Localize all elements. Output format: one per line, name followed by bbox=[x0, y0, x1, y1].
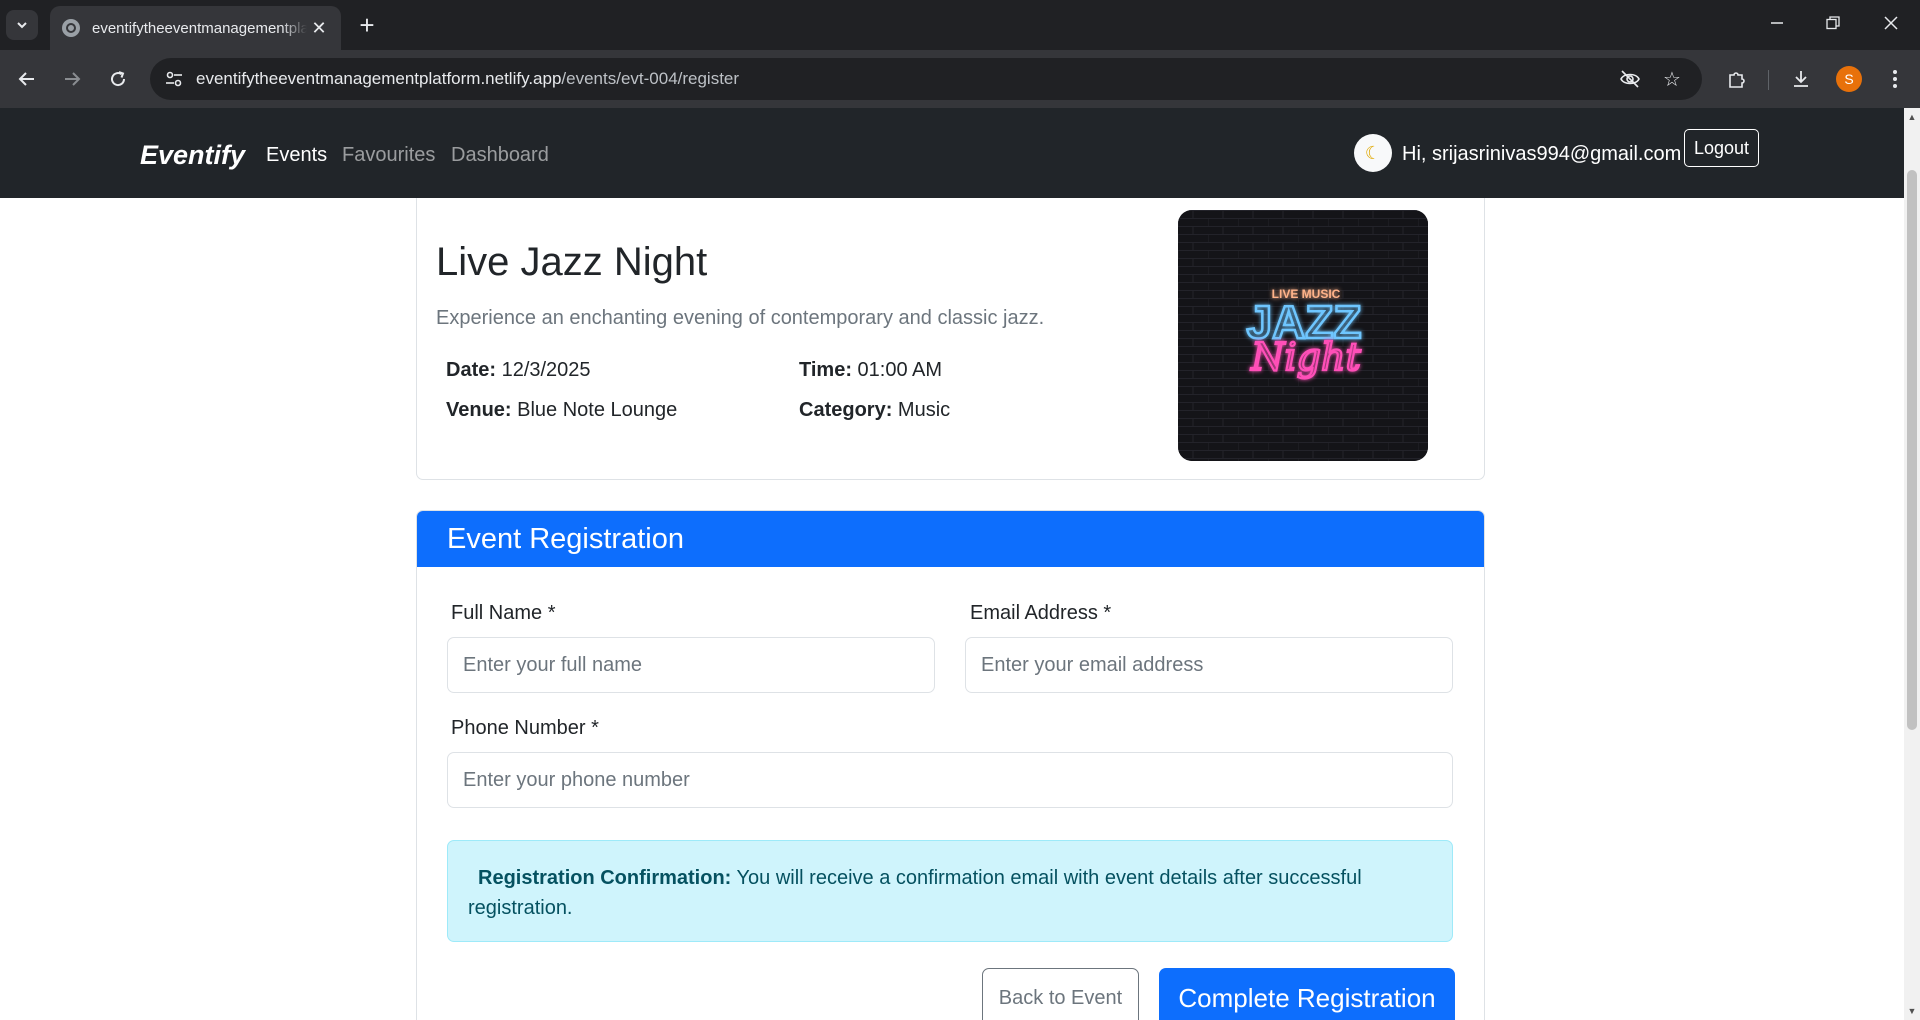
nav-link-favourites[interactable]: Favourites bbox=[342, 144, 435, 167]
registration-title: Event Registration bbox=[447, 523, 684, 555]
full-name-input[interactable] bbox=[447, 637, 935, 693]
registration-info-alert: Registration Confirmation: You will rece… bbox=[447, 840, 1453, 942]
browser-tab-strip: eventifytheeventmanagementplatform.netli… bbox=[0, 0, 1920, 50]
event-image: LIVE MUSIC JAZZ Night bbox=[1178, 210, 1428, 461]
registration-header: Event Registration bbox=[417, 511, 1484, 567]
globe-icon bbox=[62, 19, 80, 37]
chevron-down-icon bbox=[17, 22, 27, 29]
event-venue: Venue: Blue Note Lounge bbox=[446, 399, 678, 421]
page-viewport: Live Jazz Night Experience an enchanting… bbox=[0, 108, 1920, 1020]
logout-button[interactable]: Logout bbox=[1684, 129, 1760, 167]
window-close-icon[interactable] bbox=[1876, 8, 1906, 38]
registration-card: Event Registration Full Name * Email Add… bbox=[416, 510, 1485, 1020]
download-icon[interactable] bbox=[1786, 64, 1816, 94]
scroll-down-icon[interactable]: ▼ bbox=[1907, 1006, 1917, 1016]
event-date: Date: 12/3/2025 bbox=[446, 359, 591, 381]
profile-avatar[interactable]: S bbox=[1836, 66, 1862, 92]
minimize-icon[interactable] bbox=[1762, 8, 1792, 38]
page-scrollbar[interactable]: ▲ ▼ bbox=[1904, 108, 1920, 1020]
phone-input[interactable] bbox=[447, 752, 1453, 808]
email-input[interactable] bbox=[965, 637, 1453, 693]
nav-link-events[interactable]: Events bbox=[266, 144, 327, 167]
arrow-right-icon[interactable] bbox=[57, 64, 87, 94]
phone-label: Phone Number * bbox=[451, 717, 599, 739]
plus-icon[interactable]: + bbox=[354, 10, 380, 40]
moon-icon[interactable]: ☾ bbox=[1354, 134, 1392, 172]
event-title: Live Jazz Night bbox=[436, 240, 708, 284]
event-time: Time: 01:00 AM bbox=[799, 359, 943, 381]
restore-icon[interactable] bbox=[1818, 8, 1848, 38]
alert-title: Registration Confirmation: bbox=[478, 867, 732, 889]
toolbar-divider bbox=[1768, 70, 1769, 90]
event-category: Category: Music bbox=[799, 399, 951, 421]
site-navbar: Eventify Events Favourites Dashboard ☾ H… bbox=[0, 108, 1904, 198]
browser-toolbar: eventifytheeventmanagementplatform.netli… bbox=[0, 50, 1920, 108]
arrow-left-icon[interactable] bbox=[12, 64, 42, 94]
url-text: eventifytheeventmanagementplatform.netli… bbox=[196, 69, 740, 88]
full-name-label: Full Name * bbox=[451, 602, 556, 624]
browser-tab[interactable]: eventifytheeventmanagementplatform.netli… bbox=[50, 6, 341, 50]
tune-icon[interactable] bbox=[162, 67, 186, 91]
puzzle-icon[interactable] bbox=[1722, 64, 1752, 94]
kebab-menu-icon[interactable] bbox=[1880, 64, 1910, 94]
star-icon[interactable]: ☆ bbox=[1660, 67, 1684, 91]
scrollbar-thumb[interactable] bbox=[1907, 170, 1917, 730]
scroll-up-icon[interactable]: ▲ bbox=[1907, 112, 1917, 122]
brand-logo[interactable]: Eventify bbox=[140, 140, 245, 171]
close-icon[interactable]: ✕ bbox=[309, 18, 329, 39]
user-greeting: Hi, srijasrinivas994@gmail.com bbox=[1402, 143, 1682, 165]
address-bar[interactable]: eventifytheeventmanagementplatform.netli… bbox=[150, 58, 1702, 100]
email-label: Email Address * bbox=[970, 602, 1112, 624]
tab-title: eventifytheeventmanagementplatform.netli… bbox=[92, 19, 307, 37]
tab-search-button[interactable] bbox=[6, 10, 38, 40]
back-to-event-button[interactable]: Back to Event bbox=[982, 968, 1139, 1020]
image-line-3: Night bbox=[1250, 335, 1361, 379]
event-description: Experience an enchanting evening of cont… bbox=[436, 307, 1045, 329]
nav-link-dashboard[interactable]: Dashboard bbox=[451, 144, 549, 167]
eye-off-icon[interactable] bbox=[1618, 67, 1642, 91]
reload-icon[interactable] bbox=[103, 64, 133, 94]
complete-registration-button[interactable]: Complete Registration bbox=[1159, 968, 1455, 1020]
